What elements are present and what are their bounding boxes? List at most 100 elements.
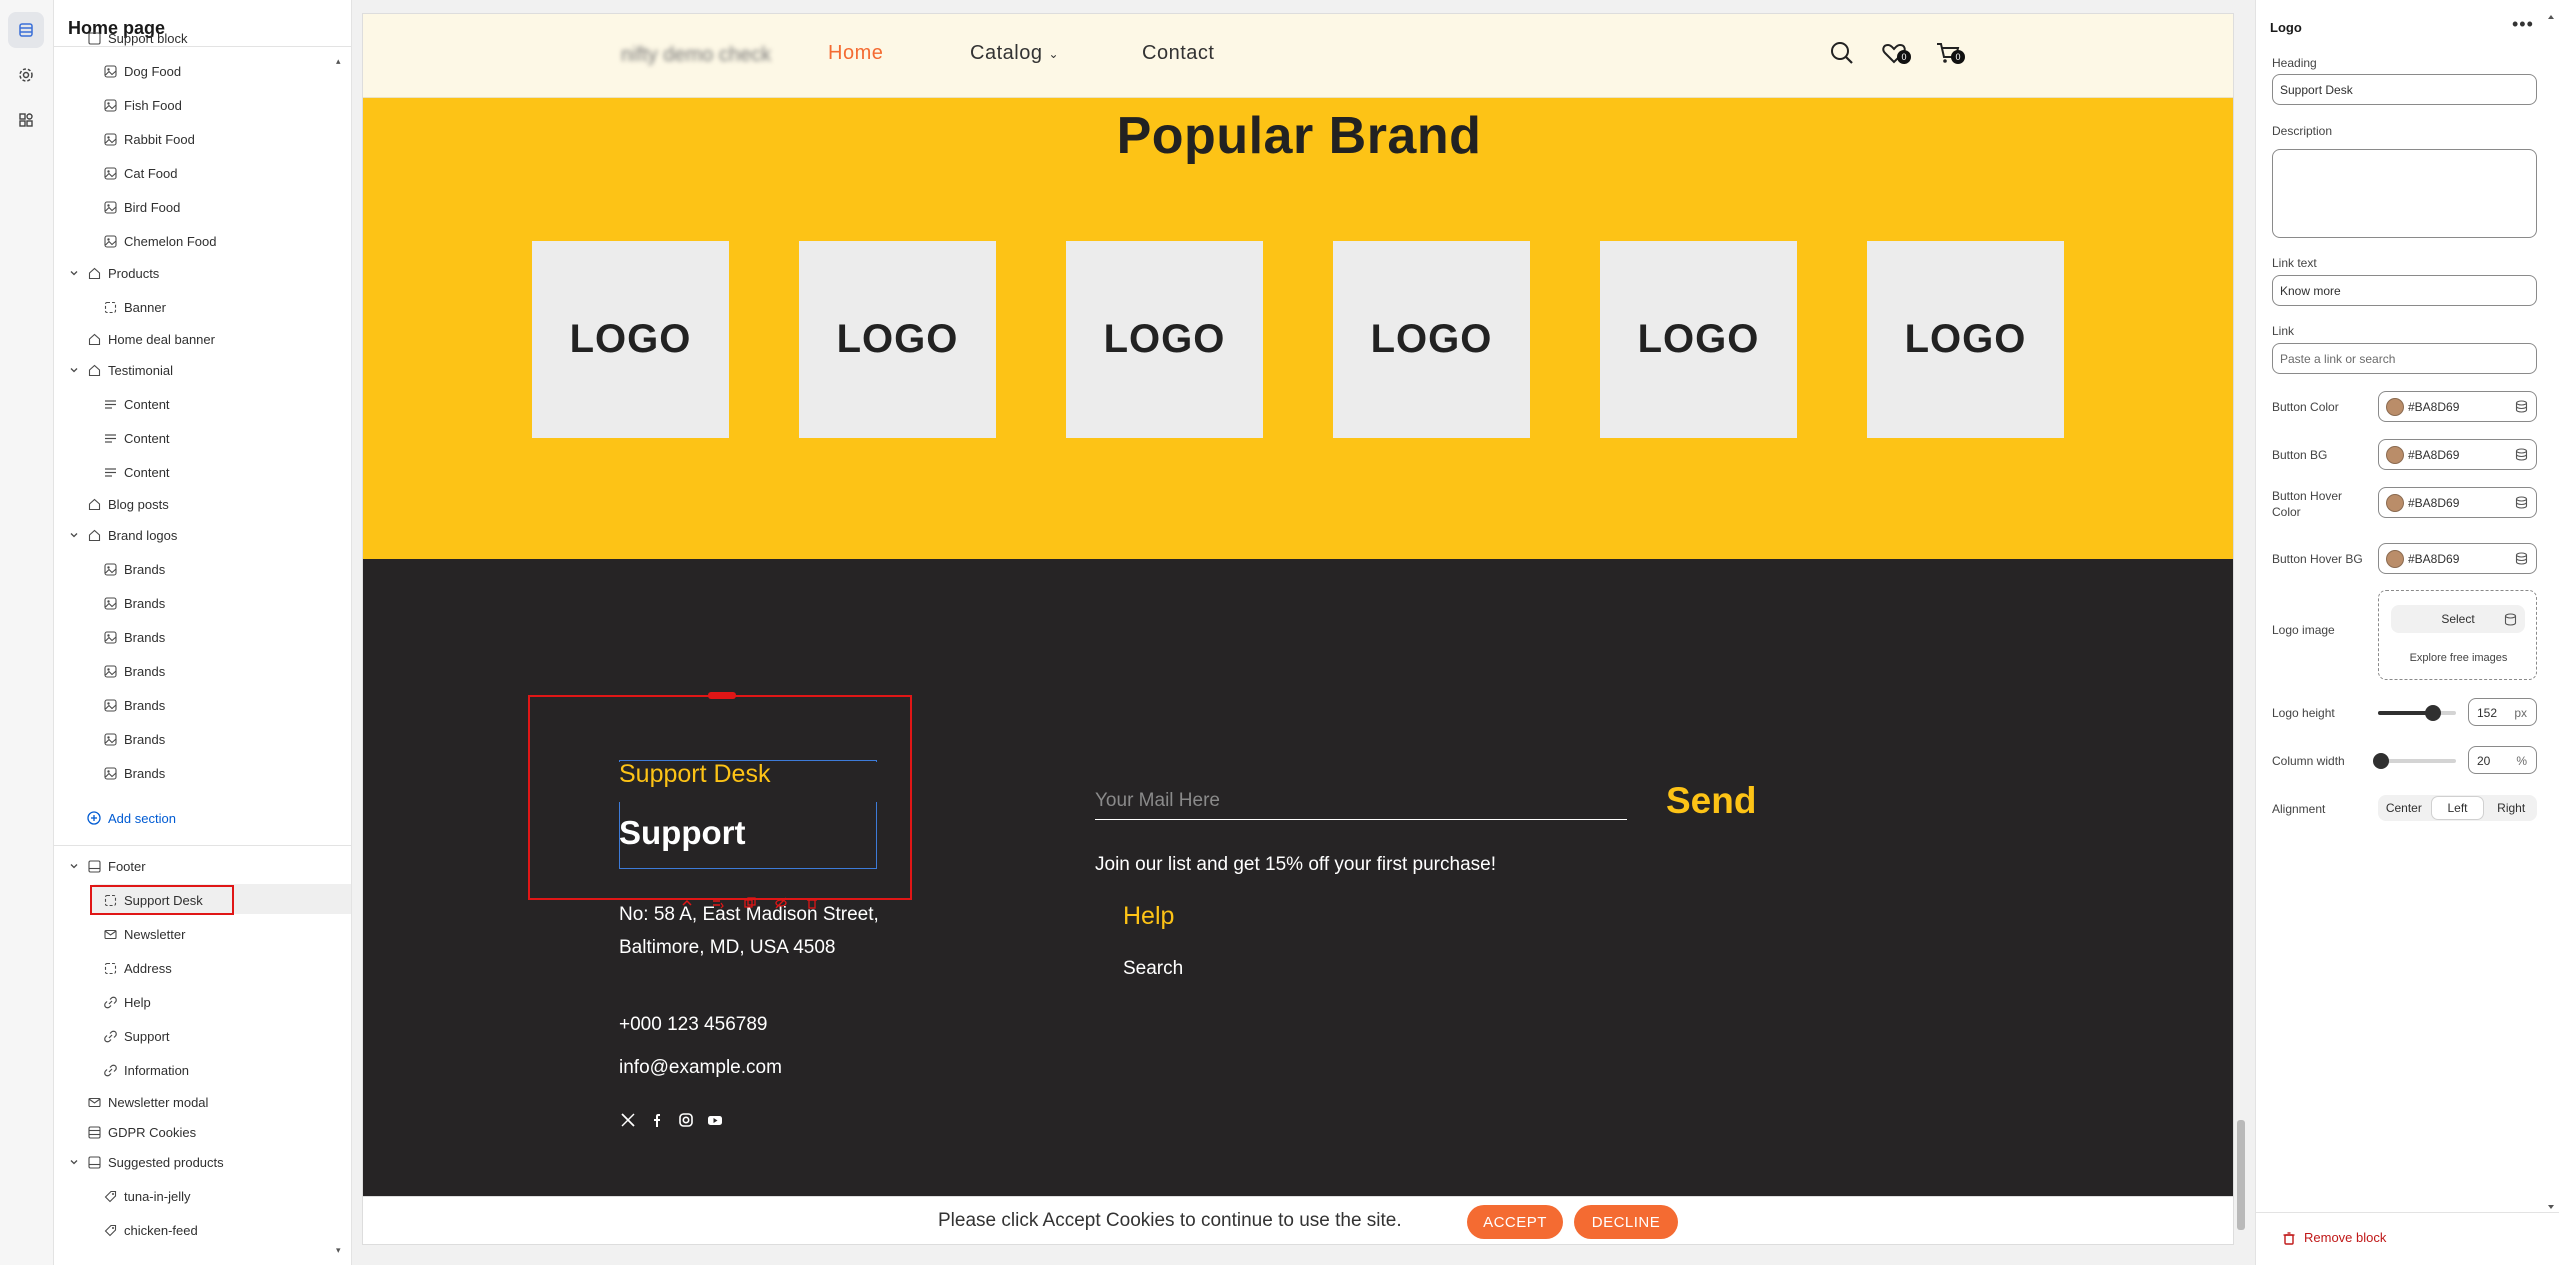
button-hover-color-picker[interactable]: #BA8D69: [2378, 487, 2537, 518]
add-section-button[interactable]: Add section: [86, 803, 176, 833]
block-drag-handle[interactable]: [708, 692, 736, 699]
link-text-input[interactable]: Know more: [2272, 275, 2537, 306]
color-scheme-icon[interactable]: [2515, 448, 2528, 461]
preview-scrollbar[interactable]: [2237, 1120, 2245, 1230]
hide-icon[interactable]: [774, 896, 788, 910]
facebook-icon[interactable]: [649, 1111, 667, 1129]
sidebar-item-information[interactable]: Information: [102, 1055, 189, 1085]
youtube-icon[interactable]: [706, 1111, 724, 1129]
sidebar-item-newsletter[interactable]: Newsletter: [102, 919, 185, 949]
sidebar-item-bird-food[interactable]: Bird Food: [102, 192, 180, 222]
sidebar-item-brands[interactable]: Brands: [102, 690, 165, 720]
sidebar-item-support[interactable]: Support: [102, 1021, 170, 1051]
remove-block-button[interactable]: Remove block: [2282, 1230, 2386, 1245]
color-scheme-icon[interactable]: [2515, 496, 2528, 509]
scroll-up-icon[interactable]: ▴: [336, 56, 341, 67]
support-desk-subheading[interactable]: Support: [619, 814, 745, 852]
slider-knob[interactable]: [2424, 705, 2441, 721]
sidebar-item-tuna-in-jelly[interactable]: tuna-in-jelly: [102, 1181, 190, 1211]
cookie-accept-button[interactable]: ACCEPT: [1467, 1205, 1563, 1239]
sidebar-item-testimonial[interactable]: Testimonial: [86, 355, 173, 385]
sidebar-item-rabbit-food[interactable]: Rabbit Food: [102, 124, 195, 154]
link-input[interactable]: Paste a link or search: [2272, 343, 2537, 374]
button-bg-picker[interactable]: #BA8D69: [2378, 439, 2537, 470]
sidebar-item-brands[interactable]: Brands: [102, 588, 165, 618]
x-twitter-icon[interactable]: [619, 1111, 637, 1129]
brand-logo[interactable]: LOGO: [1333, 241, 1530, 438]
sidebar-item-brand-logos[interactable]: Brand logos: [86, 520, 177, 550]
sidebar-item-brands[interactable]: Brands: [102, 758, 165, 788]
sidebar-item-content[interactable]: Content: [102, 457, 170, 487]
brand-logo[interactable]: LOGO: [532, 241, 729, 438]
newsletter-send-button[interactable]: Send: [1666, 780, 1756, 822]
color-swatch[interactable]: [2386, 550, 2404, 568]
footer-phone[interactable]: +000 123 456789: [619, 1014, 767, 1036]
description-textarea[interactable]: [2272, 149, 2537, 238]
column-width-slider[interactable]: [2373, 753, 2456, 769]
panel-scrollbar[interactable]: [2546, 12, 2556, 1212]
sidebar-item-brands[interactable]: Brands: [102, 622, 165, 652]
sidebar-item-blog-posts[interactable]: Blog posts: [86, 489, 169, 519]
cookie-decline-button[interactable]: DECLINE: [1574, 1205, 1678, 1239]
move-up-icon[interactable]: [680, 896, 694, 910]
color-swatch[interactable]: [2386, 398, 2404, 416]
sidebar-item-home-deal-banner[interactable]: Home deal banner: [86, 324, 215, 354]
support-desk-heading[interactable]: Support Desk: [619, 760, 770, 789]
footer-email[interactable]: info@example.com: [619, 1057, 782, 1079]
sidebar-item-brands[interactable]: Brands: [102, 554, 165, 584]
sidebar-item-fish-food[interactable]: Fish Food: [102, 90, 182, 120]
scroll-down-icon[interactable]: [2546, 1202, 2556, 1212]
instagram-icon[interactable]: [677, 1111, 695, 1129]
sections-icon[interactable]: [8, 12, 44, 48]
logo-height-slider[interactable]: [2378, 705, 2456, 721]
nav-contact[interactable]: Contact: [1142, 42, 1214, 65]
sidebar-item-gdpr-cookies[interactable]: GDPR Cookies: [86, 1117, 196, 1147]
brand-logo[interactable]: LOGO: [1600, 241, 1797, 438]
sidebar-item-footer[interactable]: Footer: [86, 851, 146, 881]
nav-home[interactable]: Home: [828, 42, 883, 65]
sidebar-item-chicken-feed[interactable]: chicken-feed: [102, 1215, 198, 1245]
color-swatch[interactable]: [2386, 446, 2404, 464]
sidebar-item-chemelon-food[interactable]: Chemelon Food: [102, 226, 217, 256]
sidebar-item-content[interactable]: Content: [102, 389, 170, 419]
sidebar-item-help[interactable]: Help: [102, 987, 151, 1017]
reorder-icon[interactable]: [711, 896, 725, 910]
explore-free-images-link[interactable]: Explore free images: [2379, 652, 2538, 664]
sidebar-item-brands[interactable]: Brands: [102, 656, 165, 686]
sidebar-item-content[interactable]: Content: [102, 423, 170, 453]
nav-catalog[interactable]: Catalog ⌄: [970, 42, 1059, 65]
sidebar-item-newsletter-modal[interactable]: Newsletter modal: [86, 1087, 208, 1117]
settings-gear-icon[interactable]: [8, 57, 44, 93]
sidebar-item-brands[interactable]: Brands: [102, 724, 165, 754]
button-color-picker[interactable]: #BA8D69: [2378, 391, 2537, 422]
newsletter-email-input[interactable]: Your Mail Here: [1095, 784, 1627, 820]
help-link-search[interactable]: Search: [1123, 958, 1183, 980]
slider-knob[interactable]: [2373, 753, 2390, 769]
cart-icon[interactable]: 0: [1935, 40, 1965, 70]
color-scheme-icon[interactable]: [2515, 400, 2528, 413]
button-hover-bg-picker[interactable]: #BA8D69: [2378, 543, 2537, 574]
duplicate-icon[interactable]: [743, 896, 757, 910]
color-swatch[interactable]: [2386, 494, 2404, 512]
search-icon[interactable]: [1829, 40, 1859, 70]
chevron-down-icon[interactable]: [68, 1156, 80, 1168]
wishlist-heart-icon[interactable]: 0: [1881, 40, 1911, 70]
delete-icon[interactable]: [805, 896, 819, 910]
scroll-down-icon[interactable]: ▾: [336, 1245, 341, 1256]
column-width-input[interactable]: 20 %: [2468, 746, 2537, 774]
sidebar-item-support-block[interactable]: Support block: [86, 23, 188, 53]
scroll-up-icon[interactable]: [2546, 12, 2556, 22]
sidebar-item-products[interactable]: Products: [86, 258, 159, 288]
heading-input[interactable]: Support Desk: [2272, 74, 2537, 105]
chevron-down-icon[interactable]: [68, 267, 80, 279]
logo-height-input[interactable]: 152 px: [2468, 698, 2537, 726]
color-scheme-icon[interactable]: [2515, 552, 2528, 565]
sidebar-item-suggested-products[interactable]: Suggested products: [86, 1147, 224, 1177]
sidebar-item-cat-food[interactable]: Cat Food: [102, 158, 177, 188]
brand-logo[interactable]: LOGO: [1867, 241, 2064, 438]
store-name[interactable]: nifty demo check: [621, 44, 771, 67]
chevron-down-icon[interactable]: [68, 860, 80, 872]
more-options-icon[interactable]: •••: [2512, 14, 2534, 35]
apps-icon[interactable]: [8, 102, 44, 138]
sidebar-item-banner[interactable]: Banner: [102, 292, 166, 322]
